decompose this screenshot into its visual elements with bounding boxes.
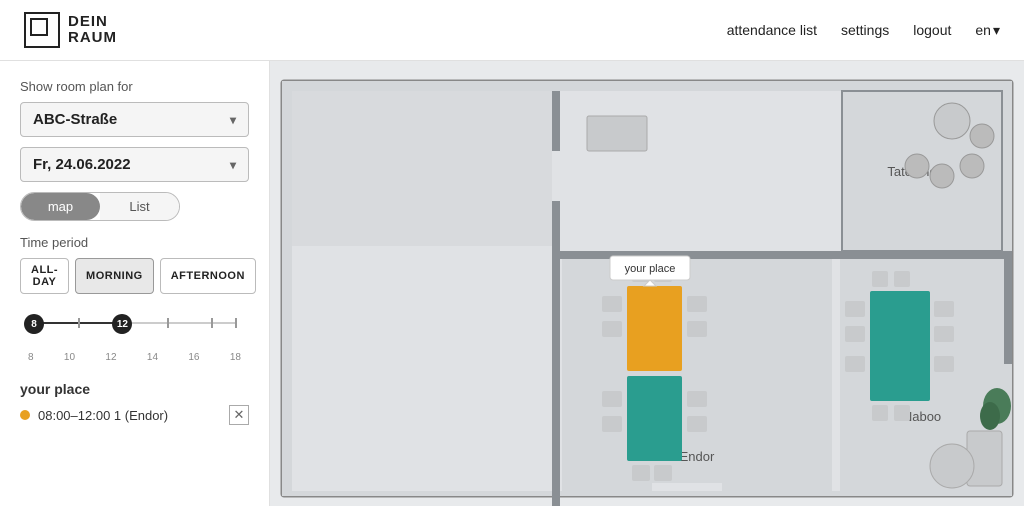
booking-text: 08:00–12:00 1 (Endor) bbox=[38, 408, 221, 423]
booking-item: 08:00–12:00 1 (Endor) ✕ bbox=[20, 405, 249, 425]
tick-14 bbox=[167, 318, 169, 328]
slider-label-10: 10 bbox=[64, 352, 75, 363]
your-place-title: your place bbox=[20, 381, 249, 397]
logo-line1: DEIN bbox=[68, 14, 117, 31]
room-dropdown[interactable]: ABC-Straße ▾ bbox=[20, 102, 249, 137]
time-period-label: Time period bbox=[20, 235, 249, 250]
time-period-buttons: ALL-DAY MORNING AFTERNOON bbox=[20, 258, 249, 294]
slider-label-16: 16 bbox=[188, 352, 199, 363]
sidebar: Show room plan for ABC-Straße ▾ Fr, 24.0… bbox=[0, 61, 270, 506]
tick-18 bbox=[235, 318, 237, 328]
tick-16 bbox=[211, 318, 213, 328]
btn-all-day[interactable]: ALL-DAY bbox=[20, 258, 69, 294]
time-slider[interactable]: 8 12 8 10 12 14 16 18 bbox=[20, 308, 249, 363]
room-dropdown-value: ABC-Straße bbox=[33, 111, 117, 128]
slider-label-14: 14 bbox=[147, 352, 158, 363]
room-dropdown-arrow: ▾ bbox=[230, 113, 236, 127]
logo-line2: RAUM bbox=[68, 30, 117, 47]
svg-text:your place: your place bbox=[625, 263, 676, 275]
tick-10 bbox=[78, 318, 80, 328]
date-dropdown[interactable]: Fr, 24.06.2022 ▾ bbox=[20, 147, 249, 182]
floor-plan-svg: Tatooine Endor Naboo bbox=[270, 61, 1024, 506]
nav-settings[interactable]: settings bbox=[841, 22, 889, 38]
view-toggle: map List bbox=[20, 192, 180, 221]
svg-text:Endor: Endor bbox=[680, 449, 715, 464]
btn-afternoon[interactable]: AFTERNOON bbox=[160, 258, 256, 294]
slider-label-12: 12 bbox=[105, 352, 116, 363]
toggle-map[interactable]: map bbox=[21, 193, 100, 220]
booking-delete-button[interactable]: ✕ bbox=[229, 405, 249, 425]
logo: DEIN RAUM bbox=[24, 12, 117, 48]
language-selector[interactable]: en ▾ bbox=[975, 22, 1000, 39]
date-dropdown-arrow: ▾ bbox=[230, 158, 236, 172]
slider-label-18: 18 bbox=[230, 352, 241, 363]
floor-plan[interactable]: Tatooine Endor Naboo bbox=[270, 61, 1024, 506]
language-arrow: ▾ bbox=[993, 22, 1000, 39]
language-label: en bbox=[975, 22, 991, 38]
show-room-label: Show room plan for bbox=[20, 79, 249, 94]
main-layout: Show room plan for ABC-Straße ▾ Fr, 24.0… bbox=[0, 61, 1024, 506]
btn-morning[interactable]: MORNING bbox=[75, 258, 154, 294]
slider-label-8: 8 bbox=[28, 352, 34, 363]
nav: attendance list settings logout en ▾ bbox=[727, 22, 1000, 39]
logo-text: DEIN RAUM bbox=[68, 14, 117, 47]
slider-end-value: 12 bbox=[117, 319, 128, 330]
toggle-list[interactable]: List bbox=[100, 193, 179, 220]
nav-logout[interactable]: logout bbox=[913, 22, 951, 38]
slider-handle-end[interactable]: 12 bbox=[112, 314, 132, 334]
nav-attendance[interactable]: attendance list bbox=[727, 22, 817, 38]
slider-handle-start[interactable]: 8 bbox=[24, 314, 44, 334]
logo-icon bbox=[24, 12, 60, 48]
header: DEIN RAUM attendance list settings logou… bbox=[0, 0, 1024, 61]
slider-start-value: 8 bbox=[31, 319, 37, 330]
slider-labels: 8 10 12 14 16 18 bbox=[24, 352, 245, 363]
slider-track: 8 12 bbox=[24, 308, 245, 348]
date-dropdown-value: Fr, 24.06.2022 bbox=[33, 156, 131, 173]
booking-dot bbox=[20, 410, 30, 420]
